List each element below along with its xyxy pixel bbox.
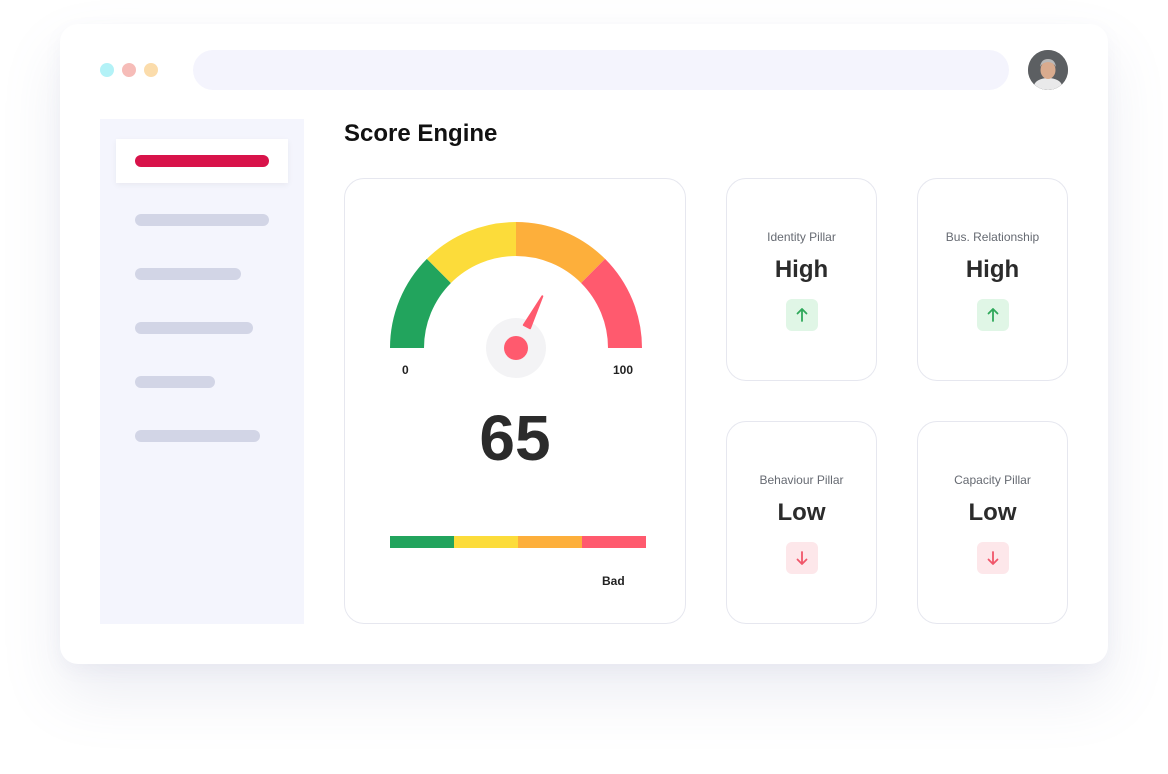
scale-segment-orange bbox=[518, 536, 582, 548]
score-gauge bbox=[390, 222, 642, 378]
sidebar-item-active[interactable] bbox=[116, 139, 288, 183]
pillar-card-behaviour[interactable]: Behaviour Pillar Low bbox=[726, 421, 877, 624]
arrow-up-icon bbox=[786, 299, 818, 331]
score-value: 65 bbox=[479, 402, 551, 474]
scale-label-bad: Bad bbox=[602, 574, 625, 588]
pillar-label: Capacity Pillar bbox=[954, 473, 1031, 487]
arrow-up-icon bbox=[977, 299, 1009, 331]
address-bar[interactable] bbox=[193, 50, 1009, 90]
scale-segment-green bbox=[390, 536, 454, 548]
sidebar-item-placeholder[interactable] bbox=[135, 322, 253, 334]
page-title: Score Engine bbox=[344, 120, 498, 147]
user-avatar[interactable] bbox=[1028, 50, 1068, 90]
score-scale-bar bbox=[390, 536, 646, 548]
arrow-down-icon bbox=[977, 542, 1009, 574]
gauge-max-label: 100 bbox=[613, 363, 634, 377]
sidebar-item-placeholder[interactable] bbox=[135, 214, 269, 226]
pillar-label: Behaviour Pillar bbox=[759, 473, 844, 487]
pillar-value: Low bbox=[968, 499, 1017, 526]
pillar-card-business-relationship[interactable]: Bus. Relationship High bbox=[917, 178, 1068, 381]
scale-segment-red bbox=[582, 536, 646, 548]
avatar-image bbox=[1028, 50, 1068, 90]
gauge-min-label: 0 bbox=[402, 363, 409, 377]
browser-window: Score Engine 0 100 65 Bad Identity Pilla… bbox=[60, 24, 1108, 664]
sidebar-item-placeholder[interactable] bbox=[135, 376, 215, 388]
pillar-card-identity[interactable]: Identity Pillar High bbox=[726, 178, 877, 381]
arrow-down-icon bbox=[786, 542, 818, 574]
pillar-value: High bbox=[774, 256, 829, 283]
sidebar-item-active-bar bbox=[135, 155, 269, 167]
pillar-value: High bbox=[965, 256, 1020, 283]
pillar-label: Bus. Relationship bbox=[945, 230, 1040, 244]
window-dot-red[interactable] bbox=[122, 63, 136, 77]
pillar-value: Low bbox=[777, 499, 826, 526]
sidebar-item-placeholder[interactable] bbox=[135, 268, 241, 280]
pillar-label: Identity Pillar bbox=[767, 230, 836, 244]
sidebar bbox=[100, 119, 304, 624]
sidebar-item-placeholder[interactable] bbox=[135, 430, 260, 442]
pillar-card-capacity[interactable]: Capacity Pillar Low bbox=[917, 421, 1068, 624]
score-gauge-card: 0 100 65 Bad bbox=[344, 178, 686, 624]
gauge-center-dot bbox=[504, 336, 528, 360]
scale-segment-yellow bbox=[454, 536, 518, 548]
window-dot-orange[interactable] bbox=[144, 63, 158, 77]
window-dot-cyan[interactable] bbox=[100, 63, 114, 77]
